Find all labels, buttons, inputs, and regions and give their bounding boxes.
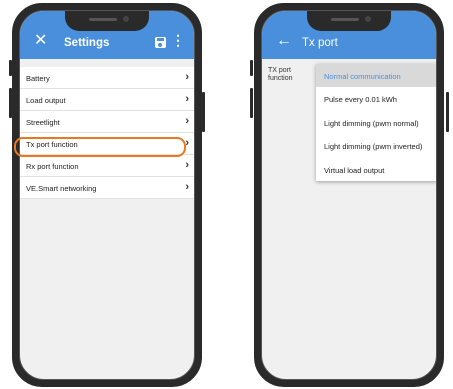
option-normal-communication[interactable]: Normal communication xyxy=(316,64,436,88)
tx-port-function-dropdown: Normal communication Pulse every 0.01 kW… xyxy=(316,64,436,181)
settings-item-label: Rx port function xyxy=(26,162,79,171)
more-options-icon[interactable]: ⋮ xyxy=(171,33,185,47)
settings-item-streetlight[interactable]: Streetlight › xyxy=(20,111,194,133)
phone-notch xyxy=(65,11,149,31)
option-label: Normal communication xyxy=(324,72,401,81)
tx-port-function-label-line1: TX port xyxy=(268,67,291,74)
settings-item-label: Battery xyxy=(26,74,50,83)
chevron-right-icon: › xyxy=(185,93,189,105)
settings-item-ve-smart-networking[interactable]: VE.Smart networking › xyxy=(20,177,194,199)
tx-port-function-label: TX port function xyxy=(268,67,293,83)
chevron-right-icon: › xyxy=(185,115,189,127)
option-light-dimming-pwm-inverted[interactable]: Light dimming (pwm inverted) xyxy=(316,134,436,157)
chevron-right-icon: › xyxy=(185,181,189,193)
chevron-right-icon: › xyxy=(185,71,189,83)
settings-item-label: Streetlight xyxy=(26,118,60,127)
tx-port-function-label-line2: function xyxy=(268,75,293,82)
settings-item-battery[interactable]: Battery › xyxy=(20,67,194,89)
phone-power-button xyxy=(202,92,205,132)
highlight-outline xyxy=(14,137,186,157)
phone-volume-button xyxy=(250,88,253,118)
option-light-dimming-pwm-normal[interactable]: Light dimming (pwm normal) xyxy=(316,111,436,134)
phone-side-button xyxy=(250,60,253,76)
option-label: Light dimming (pwm inverted) xyxy=(324,142,423,152)
page-title: Settings xyxy=(64,37,110,49)
screen-settings: ✕ Settings ⋮ Battery › Load output › Str… xyxy=(19,10,195,380)
option-virtual-load-output[interactable]: Virtual load output xyxy=(316,158,436,181)
screen-tx-port: ← Tx port TX port function Normal commun… xyxy=(261,10,437,380)
phone-frame-right: ← Tx port TX port function Normal commun… xyxy=(254,3,444,387)
phone-notch xyxy=(307,11,391,31)
option-pulse-every-0-01-kwh[interactable]: Pulse every 0.01 kWh xyxy=(316,87,436,110)
option-label: Virtual load output xyxy=(324,165,385,175)
chevron-right-icon: › xyxy=(185,159,189,171)
close-icon[interactable]: ✕ xyxy=(34,33,47,49)
option-label: Pulse every 0.01 kWh xyxy=(324,95,397,105)
phone-power-button xyxy=(446,92,449,132)
phone-frame-left: ✕ Settings ⋮ Battery › Load output › Str… xyxy=(12,3,202,387)
option-label: Light dimming (pwm normal) xyxy=(324,118,419,128)
settings-item-load-output[interactable]: Load output › xyxy=(20,89,194,111)
back-arrow-icon[interactable]: ← xyxy=(276,33,292,49)
settings-item-rx-port-function[interactable]: Rx port function › xyxy=(20,155,194,177)
settings-item-label: Load output xyxy=(26,96,66,105)
settings-item-label: VE.Smart networking xyxy=(26,184,97,193)
settings-list: Battery › Load output › Streetlight › Tx… xyxy=(20,67,194,199)
save-icon[interactable] xyxy=(155,37,166,48)
page-title: Tx port xyxy=(302,37,338,49)
